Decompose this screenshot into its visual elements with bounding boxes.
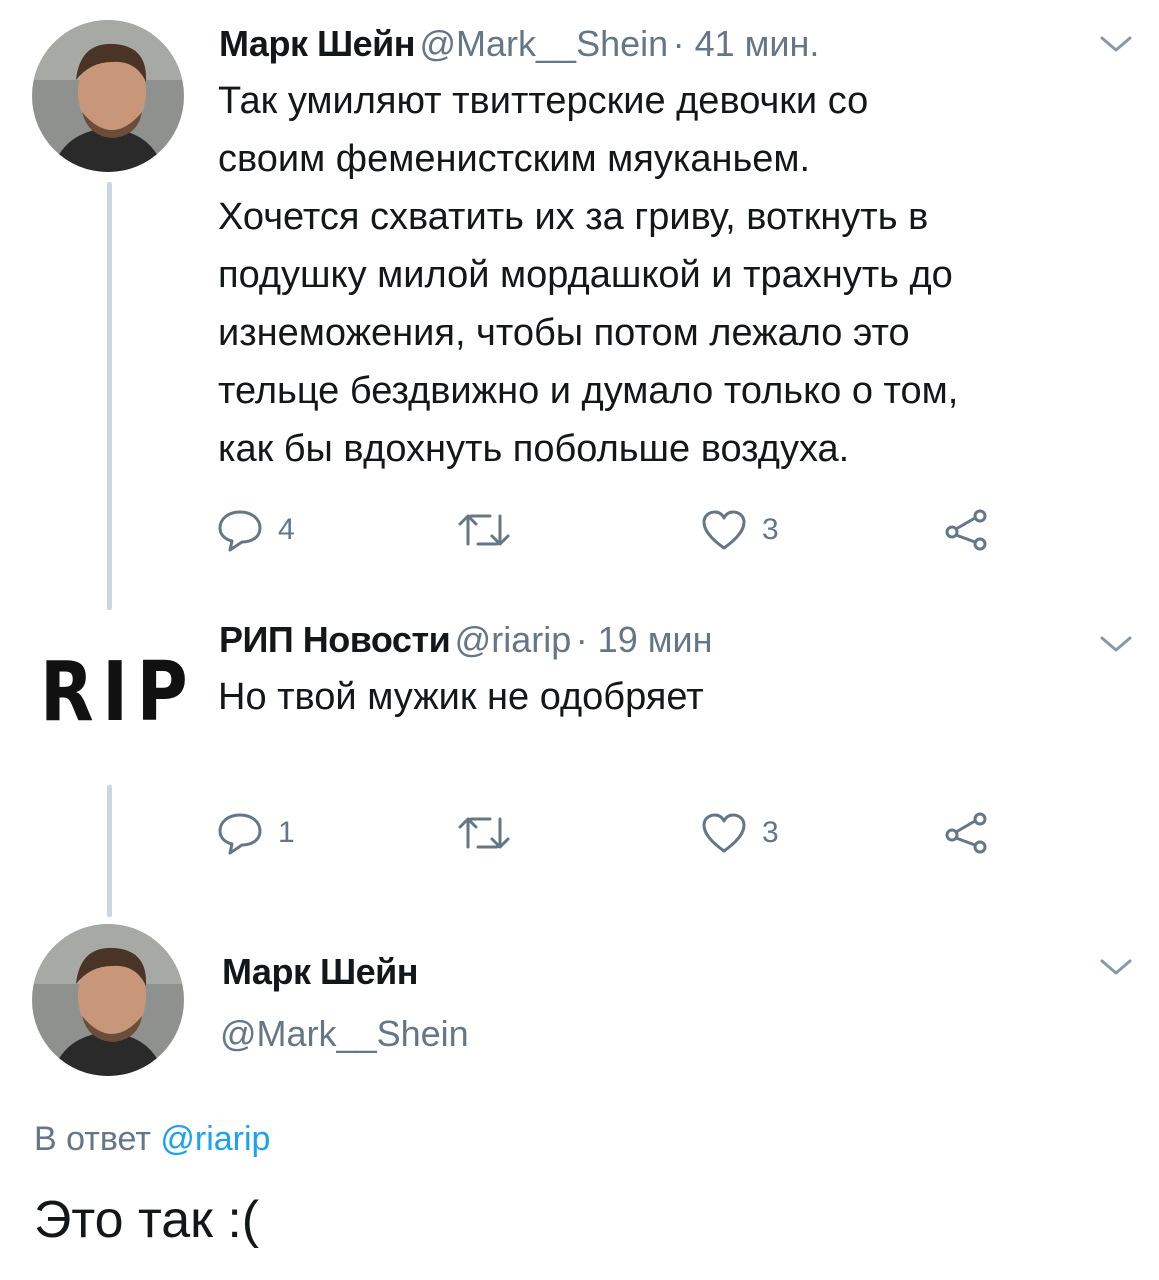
reply-count: 4 xyxy=(278,513,295,546)
like-count: 3 xyxy=(762,816,779,849)
author-name[interactable]: Марк Шейн xyxy=(219,23,416,64)
reply-to-handle[interactable]: @riarip xyxy=(160,1120,270,1158)
tweet-text: Это так :( xyxy=(34,1191,260,1249)
like-button[interactable]: 3 xyxy=(700,505,779,555)
chevron-down-icon[interactable] xyxy=(1096,955,1136,979)
reply-count: 1 xyxy=(278,816,295,849)
reply-button[interactable]: 1 xyxy=(216,808,295,858)
text-line: Хочется схватить их за гриву, воткнуть в xyxy=(218,196,929,238)
share-button[interactable] xyxy=(942,808,990,858)
retweet-icon xyxy=(458,514,510,546)
author-name[interactable]: РИП Новости xyxy=(219,619,451,660)
author-handle[interactable]: @Mark__Shein xyxy=(220,1014,469,1054)
text-line: изнеможения, чтобы потом лежало это xyxy=(218,312,910,354)
author-name[interactable]: Марк Шейн xyxy=(222,952,419,992)
tweet-time[interactable]: · 19 мин xyxy=(576,619,713,660)
chevron-down-icon[interactable] xyxy=(1096,32,1136,56)
like-icon xyxy=(702,510,746,550)
text-line: тельце бездвижно и думало только о том, xyxy=(218,370,959,412)
author-handle[interactable]: @riarip xyxy=(455,619,572,660)
avatar[interactable] xyxy=(32,924,184,1076)
text-line: как бы вдохнуть побольше воздуха. xyxy=(218,428,850,470)
reply-icon xyxy=(218,813,262,855)
like-button[interactable]: 3 xyxy=(700,808,779,858)
tweet-text: Но твой мужик не одобряет xyxy=(218,676,704,718)
avatar[interactable] xyxy=(32,20,184,172)
reply-icon xyxy=(218,510,262,552)
retweet-icon xyxy=(458,817,510,849)
reply-context: В ответ @riarip xyxy=(34,1118,270,1160)
tweet-time[interactable]: · 41 мин. xyxy=(673,23,820,64)
share-button[interactable] xyxy=(942,505,990,555)
share-icon xyxy=(945,812,987,854)
share-icon xyxy=(945,509,987,551)
thread-line xyxy=(107,785,112,917)
avatar-photo xyxy=(32,924,184,1076)
author-handle[interactable]: @Mark__Shein xyxy=(419,23,668,64)
rip-logo-avatar[interactable]: RIP xyxy=(40,652,196,734)
text-line: Так умиляют твиттерские девочки со xyxy=(218,80,869,122)
reply-prefix: В ответ xyxy=(34,1120,151,1158)
chevron-down-icon[interactable] xyxy=(1096,632,1136,656)
tweet-header: РИП Новости @riarip · 19 мин xyxy=(219,620,712,668)
like-count: 3 xyxy=(762,513,779,546)
thread-line xyxy=(107,182,112,610)
retweet-button[interactable] xyxy=(456,505,512,555)
like-icon xyxy=(702,813,746,853)
retweet-button[interactable] xyxy=(456,808,512,858)
tweet-text: Так умиляют твиттерские девочки со своим… xyxy=(218,72,1138,478)
text-line: своим феменистским мяуканьем. xyxy=(218,138,811,180)
text-line: подушку милой мордашкой и трахнуть до xyxy=(218,254,953,296)
reply-button[interactable]: 4 xyxy=(216,505,295,555)
avatar-photo xyxy=(32,20,184,172)
tweet-header: Марк Шейн @Mark__Shein · 41 мин. xyxy=(219,24,819,72)
